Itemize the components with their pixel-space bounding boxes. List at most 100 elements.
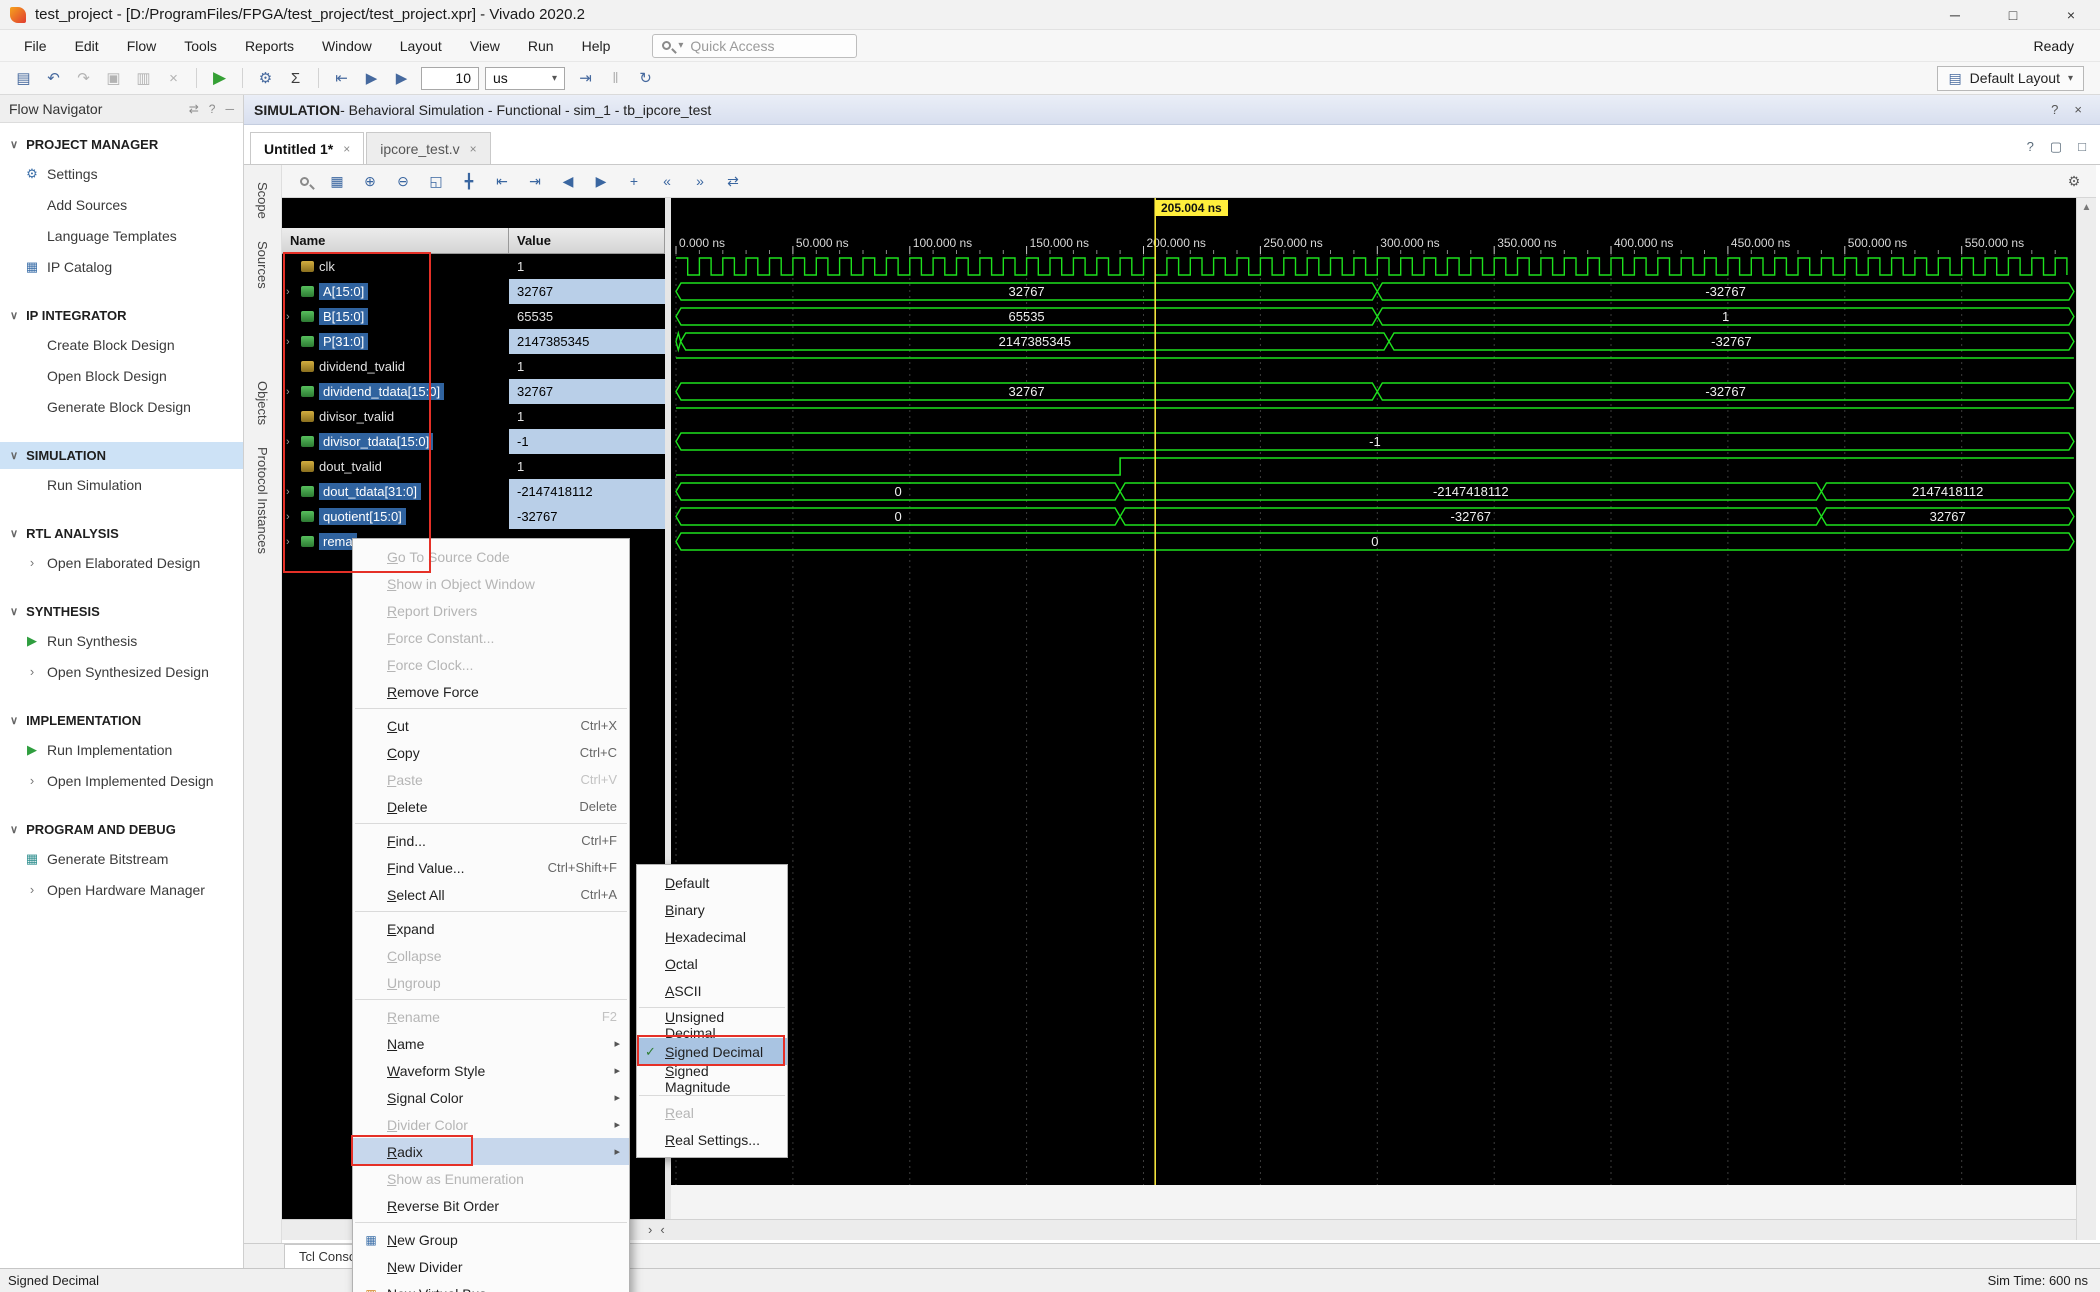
save-wave-config-icon[interactable]: ▦ xyxy=(324,169,350,193)
side-tab-protocol-instances[interactable]: Protocol Instances xyxy=(255,436,270,565)
pause-icon[interactable]: ‖ xyxy=(602,65,629,91)
help-icon[interactable]: ? xyxy=(2051,102,2058,117)
signal-value[interactable]: 1 xyxy=(509,404,665,429)
menu-view[interactable]: View xyxy=(456,32,514,60)
context-menu-item-reverse-bit-order[interactable]: Reverse Bit Order xyxy=(353,1192,629,1219)
radix-item-signed-magnitude[interactable]: Signed Magnitude xyxy=(637,1065,787,1092)
flow-item-generate-bitstream[interactable]: ▦Generate Bitstream xyxy=(0,843,243,874)
flow-item-open-implemented-design[interactable]: ›Open Implemented Design xyxy=(0,765,243,796)
expand-icon[interactable]: › xyxy=(286,386,296,398)
zoom-fit-icon[interactable]: ◱ xyxy=(423,169,449,193)
signal-value[interactable]: -32767 xyxy=(509,504,665,529)
redo-icon[interactable]: ↷ xyxy=(70,65,97,91)
radix-item-default[interactable]: Default xyxy=(637,869,787,896)
waveform-canvas[interactable]: 0.000 ns50.000 ns100.000 ns150.000 ns200… xyxy=(671,198,2076,1185)
help-icon[interactable]: ? xyxy=(209,102,216,116)
context-menu-item-name[interactable]: Name▸ xyxy=(353,1030,629,1057)
add-marker-icon[interactable]: + xyxy=(621,169,647,193)
side-tab-scope[interactable]: Scope xyxy=(255,171,270,230)
signal-value[interactable]: 32767 xyxy=(509,379,665,404)
context-menu-item-remove-force[interactable]: Remove Force xyxy=(353,678,629,705)
tab-ipcore-test-v[interactable]: ipcore_test.v× xyxy=(366,132,490,164)
context-menu-item-signal-color[interactable]: Signal Color▸ xyxy=(353,1084,629,1111)
signal-row-dividend-tvalid[interactable]: dividend_tvalid xyxy=(282,354,509,379)
expand-icon[interactable]: › xyxy=(286,436,296,448)
flow-item-open-block-design[interactable]: Open Block Design xyxy=(0,360,243,391)
radix-item-hexadecimal[interactable]: Hexadecimal xyxy=(637,923,787,950)
flow-section-header-rtl-analysis[interactable]: ∨RTL ANALYSIS xyxy=(0,520,243,547)
menu-layout[interactable]: Layout xyxy=(386,32,456,60)
run-all-icon[interactable]: ▶ xyxy=(358,65,385,91)
signal-value[interactable]: -2147418112 xyxy=(509,479,665,504)
signal-row-divisor-tdata-15-0[interactable]: ›divisor_tdata[15:0] xyxy=(282,429,509,454)
float-pane-icon[interactable]: ▢ xyxy=(2050,139,2062,155)
flow-item-open-synthesized-design[interactable]: ›Open Synthesized Design xyxy=(0,656,243,687)
signal-value[interactable]: -1 xyxy=(509,429,665,454)
menu-reports[interactable]: Reports xyxy=(231,32,308,60)
help-icon[interactable]: ? xyxy=(2027,139,2034,155)
signal-row-p-31-0[interactable]: ›P[31:0] xyxy=(282,329,509,354)
menu-edit[interactable]: Edit xyxy=(61,32,113,60)
radix-item-binary[interactable]: Binary xyxy=(637,896,787,923)
find-icon[interactable] xyxy=(291,169,317,193)
flow-item-add-sources[interactable]: Add Sources xyxy=(0,189,243,220)
close-button[interactable]: × xyxy=(2042,0,2100,29)
maximize-pane-icon[interactable]: □ xyxy=(2078,139,2086,155)
signal-row-divisor-tvalid[interactable]: divisor_tvalid xyxy=(282,404,509,429)
context-menu-item-copy[interactable]: CopyCtrl+C xyxy=(353,739,629,766)
context-menu-item-cut[interactable]: CutCtrl+X xyxy=(353,712,629,739)
previous-transition-icon[interactable]: ◀ xyxy=(555,169,581,193)
context-menu-item-find[interactable]: Find...Ctrl+F xyxy=(353,827,629,854)
context-menu-item-waveform-style[interactable]: Waveform Style▸ xyxy=(353,1057,629,1084)
flow-item-settings[interactable]: ⚙Settings xyxy=(0,158,243,189)
flow-section-header-project-manager[interactable]: ∨PROJECT MANAGER xyxy=(0,131,243,158)
menu-file[interactable]: File xyxy=(10,32,61,60)
context-menu-item-new-divider[interactable]: New Divider xyxy=(353,1253,629,1280)
signal-value[interactable]: 2147385345 xyxy=(509,329,665,354)
scroll-right-icon[interactable]: › xyxy=(648,1222,652,1237)
go-to-last-time-icon[interactable]: ⇥ xyxy=(522,169,548,193)
flow-item-create-block-design[interactable]: Create Block Design xyxy=(0,329,243,360)
signal-row-quotient-15-0[interactable]: ›quotient[15:0] xyxy=(282,504,509,529)
zoom-in-icon[interactable]: ⊕ xyxy=(357,169,383,193)
swap-cursors-icon[interactable]: ⇄ xyxy=(720,169,746,193)
flow-section-header-simulation[interactable]: ∨SIMULATION xyxy=(0,442,243,469)
expand-icon[interactable]: › xyxy=(286,286,296,298)
next-transition-icon[interactable]: ▶ xyxy=(588,169,614,193)
expand-icon[interactable]: › xyxy=(286,486,296,498)
delete-icon[interactable]: × xyxy=(160,65,187,91)
wave-settings-gear-icon[interactable]: ⚙ xyxy=(2061,169,2087,193)
menu-run[interactable]: Run xyxy=(514,32,568,60)
flow-item-ip-catalog[interactable]: ▦IP Catalog xyxy=(0,251,243,282)
copy-icon[interactable]: ▣ xyxy=(100,65,127,91)
signal-row-dividend-tdata-15-0[interactable]: ›dividend_tdata[15:0] xyxy=(282,379,509,404)
context-menu-item-find-value[interactable]: Find Value...Ctrl+Shift+F xyxy=(353,854,629,881)
radix-item-signed-decimal[interactable]: ✓Signed Decimal xyxy=(637,1038,787,1065)
flow-item-run-simulation[interactable]: Run Simulation xyxy=(0,469,243,500)
side-tab-objects[interactable]: Objects xyxy=(255,370,270,436)
project-window-icon[interactable]: ▤ xyxy=(10,65,37,91)
flow-item-run-synthesis[interactable]: ▶Run Synthesis xyxy=(0,625,243,656)
minimize-button[interactable]: ─ xyxy=(1926,0,1984,29)
signal-row-b-15-0[interactable]: ›B[15:0] xyxy=(282,304,509,329)
relaunch-icon[interactable]: ↻ xyxy=(632,65,659,91)
step-icon[interactable]: ⇥ xyxy=(572,65,599,91)
minimize-panel-icon[interactable]: ─ xyxy=(225,102,234,116)
tab-untitled-1[interactable]: Untitled 1*× xyxy=(250,132,364,164)
flow-section-header-synthesis[interactable]: ∨SYNTHESIS xyxy=(0,598,243,625)
radix-item-real-settings[interactable]: Real Settings... xyxy=(637,1126,787,1153)
time-unit-select[interactable]: us ▾ xyxy=(485,67,565,90)
signal-value[interactable]: 32767 xyxy=(509,279,665,304)
radix-item-ascii[interactable]: ASCII xyxy=(637,977,787,1004)
radix-item-unsigned-decimal[interactable]: Unsigned Decimal xyxy=(637,1011,787,1038)
flow-item-generate-block-design[interactable]: Generate Block Design xyxy=(0,391,243,422)
flow-section-header-program-and-debug[interactable]: ∨PROGRAM AND DEBUG xyxy=(0,816,243,843)
context-menu-item-delete[interactable]: DeleteDelete xyxy=(353,793,629,820)
flow-item-run-implementation[interactable]: ▶Run Implementation xyxy=(0,734,243,765)
signal-row-dout-tdata-31-0[interactable]: ›dout_tdata[31:0] xyxy=(282,479,509,504)
context-menu-item-new-group[interactable]: ▦New Group xyxy=(353,1226,629,1253)
close-tab-icon[interactable]: × xyxy=(470,142,477,156)
run-for-time-icon[interactable]: ▶ xyxy=(388,65,415,91)
context-menu-item-expand[interactable]: Expand xyxy=(353,915,629,942)
sum-icon[interactable]: Σ xyxy=(282,65,309,91)
